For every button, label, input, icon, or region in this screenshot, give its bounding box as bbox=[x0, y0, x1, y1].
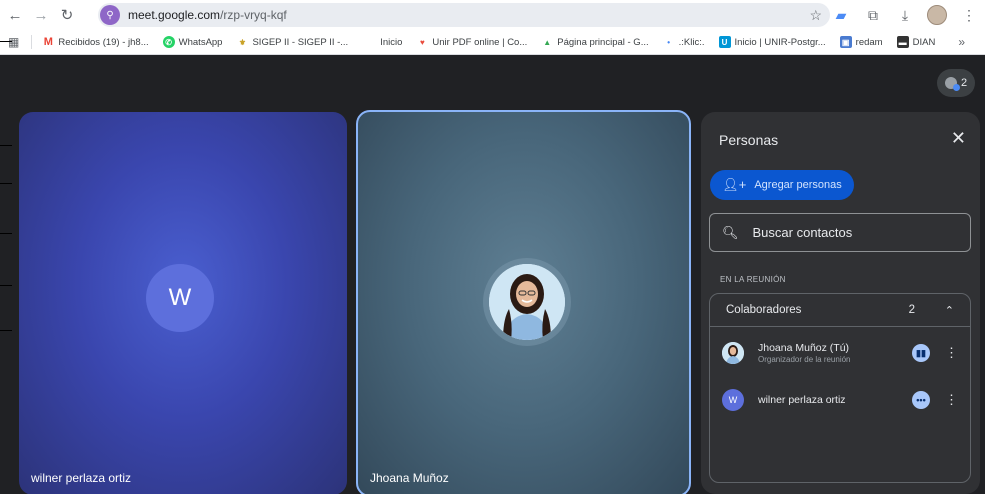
video-tile-wilner[interactable]: W wilner perlaza ortiz bbox=[19, 112, 347, 494]
more-bookmarks-icon[interactable]: » bbox=[958, 35, 965, 49]
list-item[interactable]: W wilner perlaza ortiz ••• ⋮ bbox=[722, 385, 962, 415]
avatar: W bbox=[722, 389, 744, 411]
participant-count: 2 bbox=[960, 77, 968, 89]
avatar bbox=[722, 342, 744, 364]
url-text[interactable]: meet.google.com/rzp-vryq-kqf bbox=[128, 8, 287, 22]
menu-icon[interactable]: ⋮ bbox=[959, 4, 979, 26]
member-name: Jhoana Muñoz (Tú) bbox=[758, 342, 850, 354]
participants-avatar-icon bbox=[944, 77, 960, 91]
edge-line bbox=[0, 285, 12, 286]
translate-icon[interactable]: ▰ bbox=[831, 4, 851, 26]
edge-line bbox=[0, 145, 12, 146]
edge-line bbox=[0, 233, 12, 234]
pdf-icon: ♥ bbox=[420, 37, 425, 47]
avatar bbox=[489, 264, 565, 340]
more-dots-icon: ••• bbox=[912, 391, 930, 409]
search-input[interactable] bbox=[752, 225, 953, 240]
sigep-icon: ⚜ bbox=[238, 37, 247, 47]
bookmark-dian[interactable]: ▬ DIAN bbox=[896, 36, 935, 48]
bookmark-drive[interactable]: ▲ Página principal - G... bbox=[541, 36, 648, 48]
bookmark-redam[interactable]: ▣ redam bbox=[839, 36, 883, 48]
redam-icon: ▣ bbox=[839, 36, 852, 48]
member-name: wilner perlaza ortiz bbox=[758, 394, 846, 406]
star-icon[interactable]: ☆ bbox=[809, 7, 822, 24]
address-bar[interactable]: ⚲ meet.google.com/rzp-vryq-kqf ☆ bbox=[98, 3, 830, 27]
klic-icon: • bbox=[667, 37, 671, 47]
bookmark-klic[interactable]: • .:Klic:. bbox=[663, 36, 704, 48]
bookmark-gmail[interactable]: M Recibidos (19) - jh8... bbox=[42, 36, 149, 48]
profile-avatar[interactable] bbox=[927, 5, 947, 25]
unir-icon: U bbox=[718, 36, 731, 48]
bookmark-whatsapp[interactable]: ✆ WhatsApp bbox=[162, 36, 222, 48]
meeting-stage: 2 W wilner perlaza ortiz Jhoana Muñoz Pe… bbox=[0, 55, 985, 494]
download-icon[interactable]: ⤓ bbox=[895, 4, 915, 26]
search-icon: 🔍︎ bbox=[722, 224, 739, 240]
dian-icon: ▬ bbox=[896, 36, 909, 48]
forward-arrow-icon[interactable]: → bbox=[30, 4, 52, 26]
bookmarks-bar: ▦ M Recibidos (19) - jh8... ✆ WhatsApp ⚜ SI… bbox=[0, 30, 985, 55]
add-people-button[interactable]: 👤︎+ Agregar personas bbox=[710, 170, 854, 200]
edge-line bbox=[0, 41, 12, 42]
group-count: 2 bbox=[908, 304, 915, 316]
back-arrow-icon[interactable]: ← bbox=[4, 4, 26, 26]
chevron-up-icon[interactable]: ⌃ bbox=[945, 304, 954, 317]
edge-line bbox=[0, 183, 12, 184]
list-item[interactable]: Jhoana Muñoz (Tú) Organizador de la reun… bbox=[722, 338, 962, 368]
member-role: Organizador de la reunión bbox=[758, 355, 851, 364]
group-header[interactable]: Colaboradores 2 ⌃ bbox=[710, 294, 970, 326]
people-panel: Personas ✕ 👤︎+ Agregar personas 🔍︎ EN LA… bbox=[701, 112, 980, 494]
edge-line bbox=[0, 330, 12, 331]
bookmark-divider bbox=[31, 35, 33, 49]
apps-grid-icon[interactable]: ▦ bbox=[8, 35, 19, 49]
speaking-indicator-icon: ▮▮ bbox=[912, 344, 930, 362]
close-icon[interactable]: ✕ bbox=[951, 128, 966, 149]
bookmark-inicio[interactable]: Inicio bbox=[380, 37, 402, 48]
more-options-icon[interactable]: ⋮ bbox=[945, 392, 958, 408]
tile-name-label: wilner perlaza ortiz bbox=[31, 471, 132, 485]
whatsapp-icon: ✆ bbox=[162, 36, 175, 48]
extension-icon[interactable]: ⧉ bbox=[863, 4, 883, 26]
bookmark-unir-postgrado[interactable]: U Inicio | UNIR-Postgr... bbox=[718, 36, 826, 48]
participants-pill[interactable]: 2 bbox=[937, 69, 975, 97]
bookmark-unir-pdf[interactable]: ♥ Unir PDF online | Co... bbox=[416, 36, 527, 48]
search-contacts-field[interactable]: 🔍︎ bbox=[709, 213, 971, 252]
gmail-icon: M bbox=[43, 36, 53, 48]
reload-icon[interactable]: ↻ bbox=[56, 4, 78, 26]
video-tile-jhoana[interactable]: Jhoana Muñoz bbox=[356, 110, 691, 494]
site-info-icon[interactable]: ⚲ bbox=[100, 5, 120, 25]
tile-name-label: Jhoana Muñoz bbox=[370, 471, 449, 485]
section-label: EN LA REUNIÓN bbox=[720, 275, 786, 284]
speaking-ring bbox=[483, 258, 571, 346]
drive-icon: ▲ bbox=[543, 37, 552, 47]
add-person-icon: 👤︎+ bbox=[722, 177, 747, 192]
avatar: W bbox=[146, 264, 214, 332]
browser-toolbar: ← → ↻ ⚲ meet.google.com/rzp-vryq-kqf ☆ ▰… bbox=[0, 0, 985, 30]
bookmark-sigep[interactable]: ⚜ SIGEP II - SIGEP II -... bbox=[236, 36, 348, 48]
more-options-icon[interactable]: ⋮ bbox=[945, 345, 958, 361]
collaborators-group: Colaboradores 2 ⌃ Jhoana Muñoz (Tú) Orga… bbox=[709, 293, 971, 483]
panel-title: Personas bbox=[719, 132, 779, 148]
divider bbox=[710, 326, 970, 327]
